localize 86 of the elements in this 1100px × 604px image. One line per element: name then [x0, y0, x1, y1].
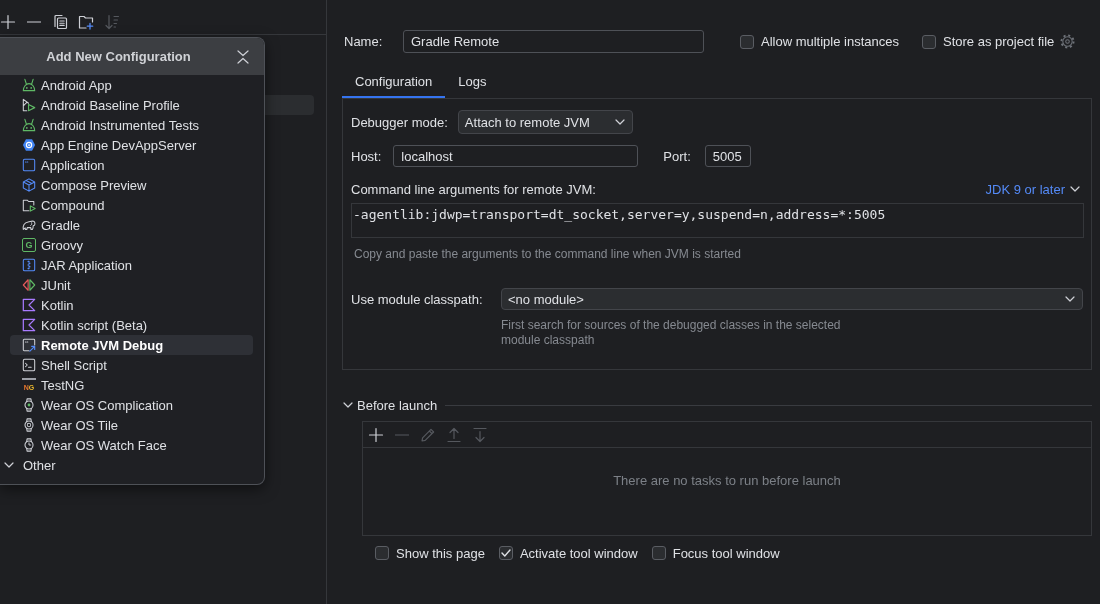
check-icon — [500, 549, 511, 557]
add-button[interactable] — [0, 14, 16, 30]
minus-icon — [27, 21, 41, 23]
arguments-field[interactable]: -agentlib:jdwp=transport=dt_socket,server=y,suspend=n,address=*:5005 — [351, 203, 1084, 238]
checkbox-label[interactable]: Store as project file — [943, 34, 1055, 49]
collapse-icon[interactable] — [237, 49, 249, 64]
checkbox-label[interactable]: Allow multiple instances — [761, 34, 899, 49]
port-input[interactable]: 5005 — [704, 145, 751, 167]
watch-icon — [22, 438, 36, 452]
elephant-icon — [22, 218, 36, 232]
configuration-type-item[interactable]: Gradle — [10, 215, 253, 235]
cube-icon — [22, 178, 36, 192]
robot-head-icon — [22, 78, 36, 92]
configuration-type-item[interactable]: Remote JVM Debug — [10, 335, 253, 355]
folder-plus-icon — [78, 14, 94, 30]
settings-icon[interactable] — [1060, 34, 1076, 49]
window-icon — [22, 158, 36, 172]
popup-title: Add New Configuration — [45, 49, 192, 64]
chevron-down-icon — [1065, 296, 1075, 302]
name-label: Name: — [344, 34, 384, 49]
configuration-type-item[interactable]: Android App — [10, 75, 253, 95]
configuration-type-item[interactable]: Wear OS Watch Face — [10, 435, 253, 455]
configuration-type-item[interactable]: JAR Application — [10, 255, 253, 275]
arrow-up-icon — [446, 426, 462, 443]
jdk-version-link[interactable]: JDK 9 or later — [985, 181, 1084, 197]
checkbox-label[interactable]: Show this page — [396, 545, 485, 561]
arguments-label: Command line arguments for remote JVM: — [351, 181, 596, 197]
plus-icon — [0, 14, 16, 30]
add-task-button[interactable] — [368, 426, 384, 443]
module-classpath-hint: First search for sources of the debugged classes in the selected module classpath — [501, 318, 842, 348]
checkbox[interactable] — [740, 34, 754, 49]
terminal-icon — [22, 358, 36, 372]
folder-play-icon — [22, 198, 36, 212]
configuration-type-item[interactable]: Compound — [10, 195, 253, 215]
tab[interactable]: Logs — [445, 68, 500, 98]
hexagon-icon — [22, 138, 36, 152]
configuration-type-item[interactable]: Wear OS Complication — [10, 395, 253, 415]
copy-button[interactable] — [52, 14, 68, 30]
configuration-type-item[interactable]: Compose Preview — [10, 175, 253, 195]
section-title[interactable]: Before launch — [357, 397, 438, 413]
copy-icon — [52, 14, 68, 30]
module-classpath-dropdown[interactable]: <no module> — [501, 288, 1083, 310]
robot-head-icon — [22, 118, 36, 132]
chevron-down-icon — [1070, 186, 1080, 192]
debugger-mode-dropdown[interactable]: Attach to remote JVM — [457, 110, 633, 134]
watch-icon — [22, 418, 36, 432]
pencil-icon — [420, 426, 436, 443]
configuration-type-item[interactable]: Application — [10, 155, 253, 175]
triangles-icon — [22, 278, 36, 292]
checkbox-label[interactable]: Activate tool window — [519, 545, 638, 561]
archive-icon — [22, 258, 36, 272]
window-arrow-icon — [22, 338, 36, 352]
configuration-type-item[interactable]: JUnit — [10, 275, 253, 295]
configuration-type-item[interactable]: Android Instrumented Tests — [10, 115, 253, 135]
configuration-type-item[interactable]: G Groovy — [10, 235, 253, 255]
checkbox[interactable] — [375, 546, 389, 560]
sort-icon — [104, 14, 120, 30]
plus-icon — [368, 426, 384, 443]
arrow-down-icon — [472, 426, 488, 443]
configuration-type-item[interactable]: Android Baseline Profile — [10, 95, 253, 115]
configuration-type-item[interactable]: App Engine DevAppServer — [10, 135, 253, 155]
chart-play-icon — [22, 98, 36, 112]
arguments-hint: Copy and paste the arguments to the command line when JVM is started — [353, 247, 742, 262]
tab[interactable]: Configuration — [342, 68, 446, 98]
k-shape-icon — [22, 298, 36, 312]
configuration-type-item[interactable]: Kotlin script (Beta) — [10, 315, 253, 335]
chevron-down-icon — [614, 119, 625, 125]
checkbox[interactable] — [498, 546, 513, 560]
k-shape-icon — [22, 318, 36, 332]
configuration-type-item[interactable]: Wear OS Tile — [10, 415, 253, 435]
empty-message: There are no tasks to run before launch — [612, 473, 842, 488]
watch-icon — [22, 398, 36, 412]
module-classpath-label: Use module classpath: — [351, 291, 484, 307]
debugger-mode-label: Debugger mode: — [351, 114, 448, 130]
configuration-type-item[interactable]: Shell Script — [10, 355, 253, 375]
checkbox-label[interactable]: Focus tool window — [672, 545, 780, 561]
checkbox[interactable] — [651, 546, 666, 560]
configuration-type-item[interactable]: Kotlin — [10, 295, 253, 315]
host-input[interactable]: localhost — [393, 145, 639, 167]
checkbox[interactable] — [922, 34, 936, 49]
host-label: Host: — [351, 148, 382, 164]
new-folder-button[interactable] — [78, 14, 94, 30]
port-label: Port: — [663, 148, 691, 164]
name-input[interactable]: Gradle Remote — [403, 30, 704, 53]
group-item[interactable]: Other — [0, 455, 264, 475]
letter-icon: G — [22, 238, 36, 252]
